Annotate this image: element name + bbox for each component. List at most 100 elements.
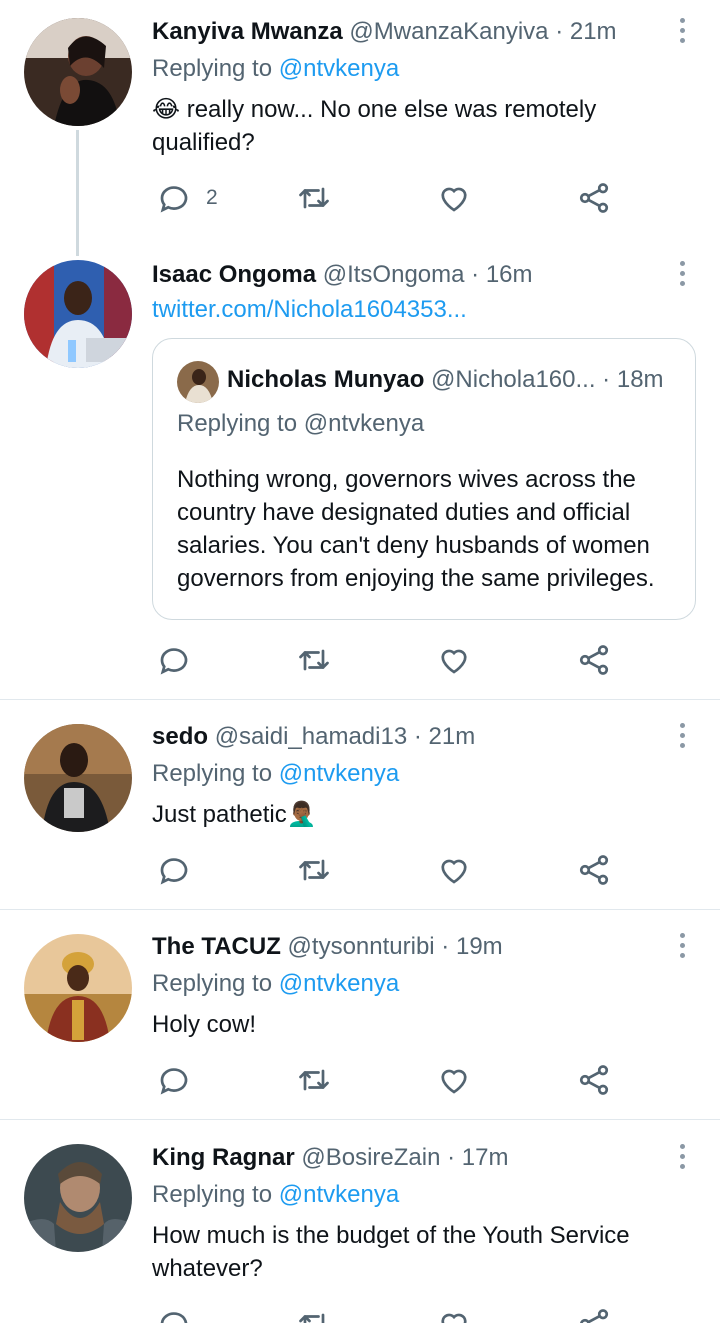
- heart-icon: [441, 187, 467, 212]
- retweet-icon: [299, 649, 329, 671]
- share-button[interactable]: [576, 1304, 612, 1323]
- reply-icon: [160, 1068, 188, 1095]
- quoted-avatar[interactable]: [177, 361, 219, 403]
- like-button[interactable]: [436, 640, 472, 680]
- share-icon: [579, 1065, 609, 1095]
- emoji-laughing: 😂: [152, 96, 181, 123]
- mention-link[interactable]: @ntvkenya: [279, 55, 399, 82]
- display-name[interactable]: Isaac Ongoma: [152, 261, 316, 288]
- retweet-button[interactable]: [296, 850, 332, 890]
- reply-button[interactable]: [156, 1060, 192, 1100]
- mention-link[interactable]: @ntvkenya: [279, 760, 399, 787]
- tweet-header: The TACUZ @tysonnturibi · 19m: [152, 932, 640, 962]
- tweet-body: How much is the budget of the Youth Serv…: [152, 1222, 630, 1282]
- avatar[interactable]: [24, 724, 132, 832]
- quoted-text: Nothing wrong, governors wives across th…: [177, 466, 655, 592]
- avatar[interactable]: [24, 1144, 132, 1252]
- reply-icon: [160, 1312, 188, 1323]
- reply-icon: [160, 648, 188, 675]
- tweet-isaac[interactable]: Isaac Ongoma @ItsOngoma · 16m twitter.co…: [0, 240, 720, 700]
- retweet-icon: [299, 1313, 325, 1323]
- avatar[interactable]: [24, 18, 132, 126]
- retweet-button[interactable]: [296, 1060, 332, 1100]
- quoted-handle: @Nichola160...: [431, 366, 596, 393]
- mention-link[interactable]: @ntvkenya: [279, 970, 399, 997]
- more-icon[interactable]: [672, 258, 692, 288]
- thread-line: [76, 130, 79, 256]
- user-handle[interactable]: @tysonnturibi: [288, 933, 435, 960]
- share-button[interactable]: [576, 640, 612, 680]
- separator-dot: ·: [407, 723, 429, 750]
- more-icon[interactable]: [672, 720, 692, 750]
- tweet-sedo[interactable]: sedo @saidi_hamadi13 · 21m Replying to @…: [0, 700, 720, 909]
- user-handle[interactable]: @MwanzaKanyiva: [349, 18, 548, 45]
- retweet-icon: [299, 187, 329, 209]
- more-icon[interactable]: [672, 15, 692, 45]
- like-button[interactable]: [436, 850, 472, 890]
- quoted-tweet-link[interactable]: twitter.com/Nichola1604353...: [152, 296, 467, 323]
- like-button[interactable]: [436, 1060, 472, 1100]
- tweet-actions: 2: [152, 178, 622, 218]
- retweet-button[interactable]: [296, 1304, 332, 1323]
- timestamp[interactable]: 21m: [429, 723, 476, 750]
- like-button[interactable]: [436, 1304, 472, 1323]
- replying-prefix: Replying to: [152, 970, 279, 997]
- tweet-text: Just pathetic🤦🏾‍♂️: [152, 798, 680, 831]
- retweet-icon: [299, 1069, 329, 1091]
- timestamp[interactable]: 16m: [486, 261, 533, 288]
- retweet-button[interactable]: [296, 178, 332, 218]
- more-icon[interactable]: [672, 930, 692, 960]
- quoted-timestamp: 18m: [616, 366, 664, 393]
- retweet-icon: [299, 859, 329, 881]
- quoted-replying-to: Replying to @ntvkenya: [177, 410, 425, 437]
- tweet-header: Kanyiva Mwanza @MwanzaKanyiva · 21m: [152, 17, 640, 47]
- separator-dot: ·: [434, 933, 456, 960]
- replying-to: Replying to @ntvkenya: [152, 759, 399, 789]
- quoted-header: Nicholas Munyao @Nichola160... · 18m: [227, 365, 679, 395]
- timestamp[interactable]: 21m: [570, 18, 617, 45]
- user-handle[interactable]: @BosireZain: [301, 1144, 440, 1171]
- avatar[interactable]: [24, 934, 132, 1042]
- mention-link[interactable]: @ntvkenya: [279, 1181, 399, 1208]
- replying-to: Replying to @ntvkenya: [152, 54, 399, 84]
- share-icon: [580, 1309, 609, 1323]
- tweet-text: twitter.com/Nichola1604353...: [152, 293, 680, 326]
- user-handle[interactable]: @saidi_hamadi13: [215, 723, 407, 750]
- heart-icon: [441, 649, 467, 674]
- replying-prefix: Replying to: [152, 55, 279, 82]
- reply-button[interactable]: 2: [156, 178, 218, 218]
- tweet-tacuz[interactable]: The TACUZ @tysonnturibi · 19m Replying t…: [0, 910, 720, 1119]
- timestamp[interactable]: 19m: [456, 933, 503, 960]
- avatar[interactable]: [24, 260, 132, 368]
- user-handle[interactable]: @ItsOngoma: [323, 261, 465, 288]
- more-icon[interactable]: [672, 1141, 692, 1171]
- reply-button[interactable]: [156, 850, 192, 890]
- display-name[interactable]: Kanyiva Mwanza: [152, 18, 343, 45]
- share-icon: [579, 855, 609, 885]
- tweet-header: Isaac Ongoma @ItsOngoma · 16m: [152, 260, 640, 290]
- share-button[interactable]: [576, 1060, 612, 1100]
- tweet-body: Holy cow!: [152, 1011, 257, 1038]
- reply-count: 2: [206, 186, 218, 209]
- tweet-text: 😂 really now... No one else was remotely…: [152, 93, 680, 159]
- display-name[interactable]: sedo: [152, 723, 208, 750]
- separator-dot: ·: [440, 1144, 462, 1171]
- tweet-kanyiva[interactable]: Kanyiva Mwanza @MwanzaKanyiva · 21m Repl…: [0, 0, 720, 256]
- tweet-actions: [152, 640, 622, 680]
- share-button[interactable]: [576, 178, 612, 218]
- share-button[interactable]: [576, 850, 612, 890]
- like-button[interactable]: [436, 178, 472, 218]
- retweet-button[interactable]: [296, 640, 332, 680]
- reply-button[interactable]: [156, 1304, 192, 1323]
- reply-button[interactable]: [156, 640, 192, 680]
- quoted-display-name: Nicholas Munyao: [227, 366, 425, 393]
- reply-icon: [160, 186, 188, 213]
- tweet-actions: [152, 850, 622, 890]
- timestamp[interactable]: 17m: [462, 1144, 509, 1171]
- display-name[interactable]: King Ragnar: [152, 1144, 295, 1171]
- separator-dot: ·: [548, 18, 570, 45]
- display-name[interactable]: The TACUZ: [152, 933, 281, 960]
- quoted-tweet[interactable]: Nicholas Munyao @Nichola160... · 18m Rep…: [152, 338, 696, 620]
- separator-dot: ·: [464, 261, 486, 288]
- tweet-ragnar[interactable]: King Ragnar @BosireZain · 17m Replying t…: [0, 1120, 720, 1323]
